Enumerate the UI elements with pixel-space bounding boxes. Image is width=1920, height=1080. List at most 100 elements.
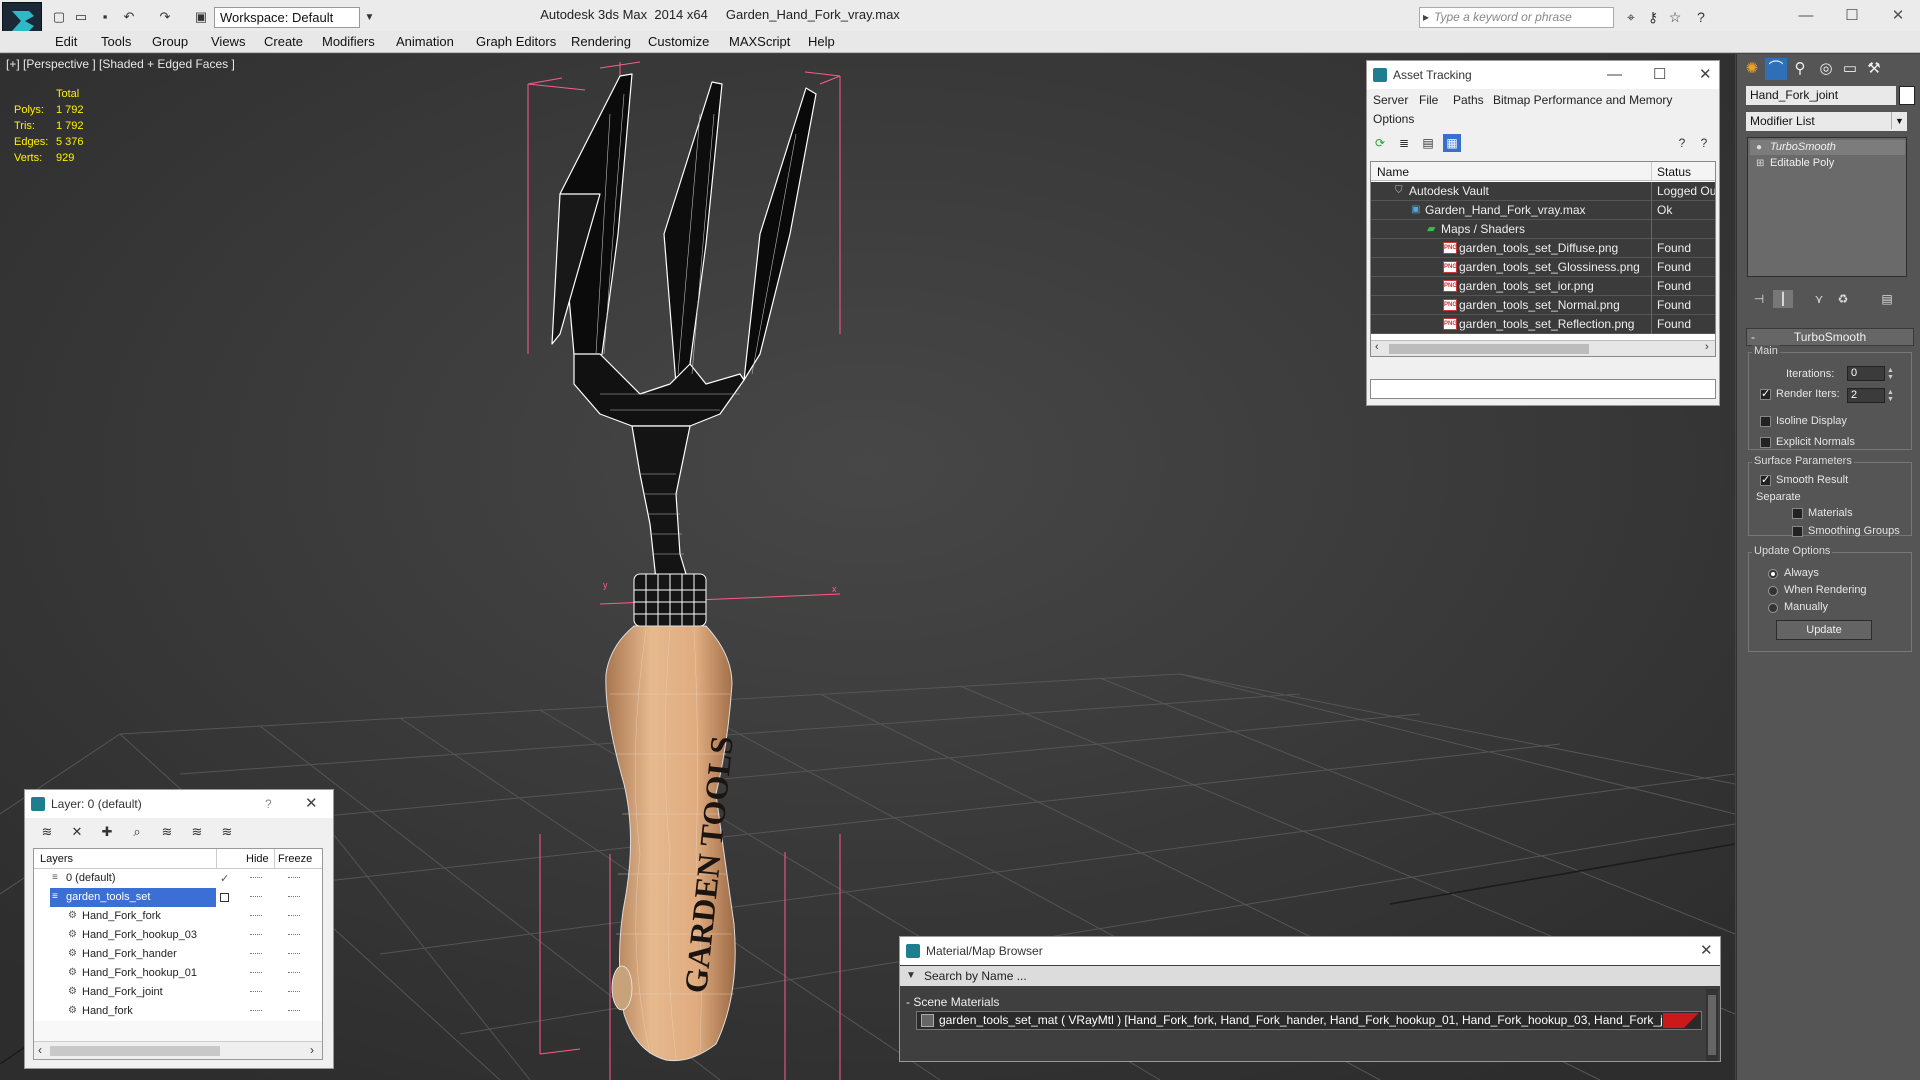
- display-tab-icon[interactable]: ▭: [1839, 58, 1861, 80]
- column-freeze[interactable]: Freeze: [278, 853, 312, 865]
- motion-tab-icon[interactable]: ◎: [1815, 58, 1837, 80]
- menu-server[interactable]: Server: [1373, 93, 1408, 107]
- select-objects-icon[interactable]: ⌕: [127, 823, 147, 841]
- layer-row[interactable]: ⚙ Hand_Fork_fork: [34, 907, 322, 926]
- key-icon[interactable]: ⚷: [1644, 9, 1662, 25]
- menu-rendering[interactable]: Rendering: [571, 34, 631, 49]
- table-view-icon[interactable]: ▦: [1443, 134, 1461, 152]
- viewport-label[interactable]: [+] [Perspective ] [Shaded + Edged Faces…: [6, 57, 235, 71]
- spinner-arrows-icon[interactable]: ▲ ▼: [1887, 389, 1895, 404]
- object-color-swatch[interactable]: [1899, 86, 1915, 105]
- create-layer-icon[interactable]: ≋: [37, 823, 57, 841]
- modifier-list-dropdown[interactable]: Modifier List ▼: [1746, 112, 1907, 131]
- menu-graph-editors[interactable]: Graph Editors: [476, 34, 556, 49]
- table-row[interactable]: PNG garden_tools_set_Normal.png Found: [1371, 296, 1715, 315]
- pin-stack-icon[interactable]: ⊣: [1749, 290, 1769, 308]
- menu-tools[interactable]: Tools: [101, 34, 131, 49]
- layer-row[interactable]: ≡ garden_tools_set: [34, 888, 322, 907]
- iterations-spinner[interactable]: 0: [1847, 366, 1885, 381]
- freeze-toggle[interactable]: [288, 877, 300, 878]
- layer-row[interactable]: ⚙ Hand_fork: [34, 1002, 322, 1021]
- column-name[interactable]: Name: [1377, 165, 1409, 179]
- expand-icon[interactable]: ⊞: [1756, 156, 1764, 171]
- smoothing-groups-checkbox[interactable]: [1792, 526, 1803, 537]
- materials-checkbox[interactable]: [1792, 508, 1803, 519]
- layer-row[interactable]: ≡ 0 (default) ✓: [34, 869, 322, 888]
- configure-modifier-sets-icon[interactable]: ▤: [1877, 290, 1897, 308]
- lightbulb-icon[interactable]: ●: [1756, 140, 1762, 155]
- freeze-all-icon[interactable]: ≋: [217, 823, 237, 841]
- horizontal-scrollbar[interactable]: ‹ ›: [1371, 340, 1715, 356]
- freeze-toggle[interactable]: [288, 991, 300, 992]
- layer-manager-titlebar[interactable]: Layer: 0 (default) ? ✕: [25, 790, 333, 818]
- close-button[interactable]: ✕: [1878, 4, 1918, 28]
- layer-row[interactable]: ⚙ Hand_Fork_hookup_03: [34, 926, 322, 945]
- update-button[interactable]: Update: [1776, 620, 1872, 640]
- menu-animation[interactable]: Animation: [396, 34, 454, 49]
- render-iters-checkbox[interactable]: [1760, 387, 1771, 400]
- chevron-down-icon[interactable]: ▼: [906, 966, 916, 986]
- freeze-toggle[interactable]: [288, 934, 300, 935]
- menu-modifiers[interactable]: Modifiers: [322, 34, 375, 49]
- delete-layer-icon[interactable]: ✕: [67, 823, 87, 841]
- explicit-normals-checkbox[interactable]: [1760, 437, 1771, 448]
- menu-file[interactable]: File: [1419, 93, 1438, 107]
- modify-tab-icon[interactable]: ⌒: [1765, 58, 1787, 80]
- menu-help[interactable]: Help: [808, 34, 835, 49]
- menu-create[interactable]: Create: [264, 34, 303, 49]
- help-icon[interactable]: ?: [1673, 134, 1691, 152]
- close-icon[interactable]: ✕: [1700, 937, 1713, 965]
- binoculars-icon[interactable]: ⌖: [1622, 9, 1640, 25]
- manually-radio[interactable]: [1768, 603, 1778, 613]
- maximize-button[interactable]: ☐: [1832, 4, 1872, 28]
- menu-customize[interactable]: Customize: [648, 34, 709, 49]
- hierarchy-tab-icon[interactable]: ⚲: [1789, 58, 1811, 80]
- menu-maxscript[interactable]: MAXScript: [729, 34, 790, 49]
- utilities-tab-icon[interactable]: ⚒: [1863, 58, 1885, 80]
- vault-help-icon[interactable]: ?: [1695, 134, 1713, 152]
- vertical-scrollbar[interactable]: [1706, 989, 1718, 1061]
- search-input[interactable]: Type a keyword or phrase: [1419, 7, 1614, 28]
- help-icon[interactable]: ?: [265, 790, 272, 818]
- scrollbar-thumb[interactable]: [50, 1046, 220, 1056]
- scroll-right-icon[interactable]: ›: [1705, 341, 1709, 353]
- hide-toggle[interactable]: [250, 972, 262, 973]
- table-row[interactable]: PNG garden_tools_set_Glossiness.png Foun…: [1371, 258, 1715, 277]
- column-status[interactable]: Status: [1657, 165, 1691, 179]
- when-rendering-radio[interactable]: [1768, 586, 1778, 596]
- close-icon[interactable]: ✕: [1699, 61, 1712, 89]
- object-name-field[interactable]: Hand_Fork_joint: [1746, 86, 1896, 105]
- add-to-layer-icon[interactable]: ✚: [97, 823, 117, 841]
- table-row[interactable]: ⛉ Autodesk Vault Logged Out: [1371, 182, 1715, 201]
- column-layers[interactable]: Layers: [40, 853, 73, 865]
- chevron-down-icon[interactable]: ▼: [1891, 112, 1907, 129]
- menu-views[interactable]: Views: [211, 34, 245, 49]
- horizontal-scrollbar[interactable]: ‹ ›: [34, 1041, 322, 1059]
- help-icon[interactable]: ?: [1692, 9, 1710, 25]
- scroll-left-icon[interactable]: ‹: [38, 1043, 42, 1057]
- show-end-result-icon[interactable]: ┃: [1773, 290, 1793, 308]
- table-row[interactable]: PNG garden_tools_set_ior.png Found: [1371, 277, 1715, 296]
- star-icon[interactable]: ☆: [1666, 9, 1684, 25]
- maximize-icon[interactable]: ☐: [1653, 61, 1666, 89]
- hide-toggle[interactable]: [250, 934, 262, 935]
- layer-row[interactable]: ⚙ Hand_Fork_joint: [34, 983, 322, 1002]
- material-item[interactable]: garden_tools_set_mat ( VRayMtl ) [Hand_F…: [916, 1011, 1702, 1030]
- freeze-toggle[interactable]: [288, 1010, 300, 1011]
- menu-options[interactable]: Options: [1373, 112, 1414, 126]
- rollout-header[interactable]: - TurboSmooth: [1746, 328, 1914, 346]
- material-search-input[interactable]: ▼ Search by Name ...: [900, 966, 1720, 986]
- hide-toggle[interactable]: [250, 991, 262, 992]
- scene-materials-category[interactable]: - Scene Materials: [906, 995, 999, 1009]
- scrollbar-thumb[interactable]: [1708, 995, 1716, 1055]
- asset-tracking-titlebar[interactable]: Asset Tracking — ☐ ✕: [1367, 61, 1719, 89]
- remove-modifier-icon[interactable]: ♻: [1833, 290, 1853, 308]
- freeze-toggle[interactable]: [288, 972, 300, 973]
- scroll-right-icon[interactable]: ›: [310, 1043, 314, 1057]
- minimize-icon[interactable]: —: [1607, 61, 1622, 89]
- spinner-arrows-icon[interactable]: ▲ ▼: [1887, 367, 1895, 382]
- freeze-toggle[interactable]: [288, 953, 300, 954]
- freeze-toggle[interactable]: [288, 915, 300, 916]
- close-icon[interactable]: ✕: [305, 790, 318, 818]
- smooth-result-checkbox[interactable]: [1760, 473, 1771, 486]
